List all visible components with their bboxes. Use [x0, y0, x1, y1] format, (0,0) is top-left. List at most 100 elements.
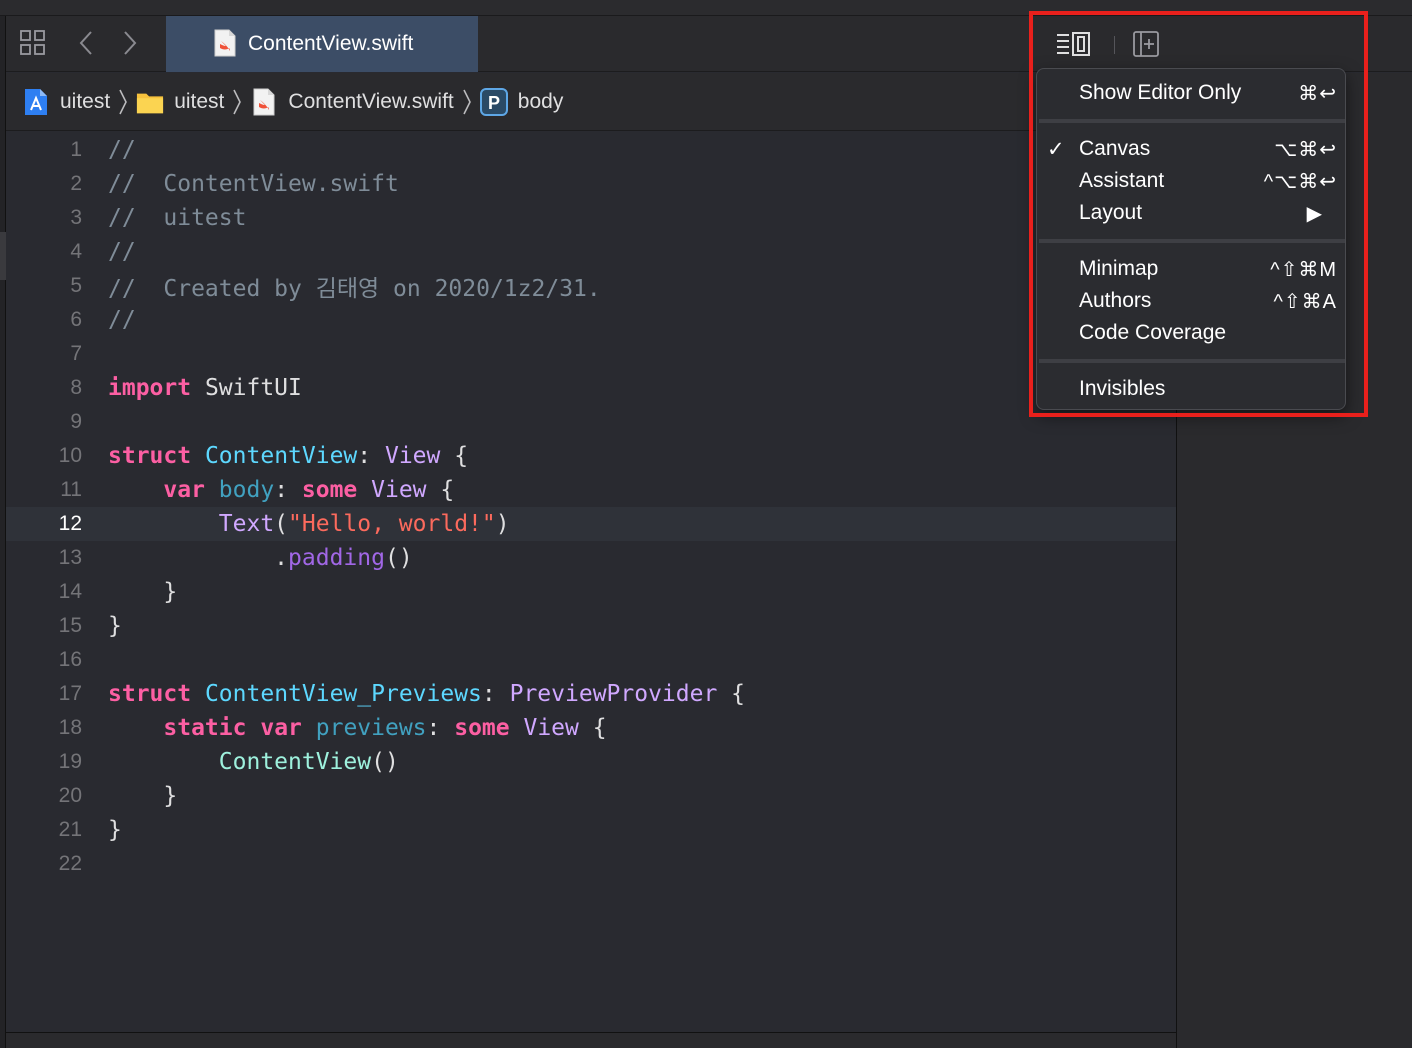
- jump-bar-item-project[interactable]: uitest: [22, 88, 110, 116]
- line-number: 3: [70, 206, 82, 229]
- chevron-left-icon[interactable]: [76, 28, 96, 58]
- code-line: 8 import SwiftUI: [6, 371, 1176, 405]
- line-number: 7: [70, 342, 82, 365]
- keyword-token: import: [108, 375, 192, 401]
- keyword-token: some: [454, 715, 510, 741]
- punct-token: {: [717, 681, 746, 707]
- line-number: 12: [58, 512, 82, 535]
- code-line: 21}: [6, 813, 1176, 847]
- line-number: 5: [70, 274, 82, 297]
- code-line: 5 // Created by 김태영 on 2020/1z2/31.: [6, 269, 1176, 303]
- line-number: 16: [58, 648, 82, 671]
- line-number: 6: [70, 308, 82, 331]
- code-line: 11 var body: some View {: [6, 473, 1176, 507]
- code-line: 14 }: [6, 575, 1176, 609]
- code-line: 19 ContentView(): [6, 745, 1176, 779]
- svg-text:P: P: [488, 93, 500, 113]
- jump-bar: uitest uitest ContentView.swift P body: [6, 73, 1176, 131]
- line-number: 14: [58, 580, 82, 603]
- code-text: static var previews: some View {: [108, 715, 606, 741]
- code-text: //: [108, 307, 136, 333]
- line-number: 15: [58, 614, 82, 637]
- jump-bar-label: uitest: [174, 89, 225, 113]
- tab-label: ContentView.swift: [248, 32, 414, 55]
- line-number: 8: [70, 376, 82, 399]
- swift-file-icon: [214, 29, 236, 61]
- code-text: }: [108, 579, 177, 605]
- source-editor[interactable]: 1 // 2 // ContentView.swift 3 // uitest 4 //…: [6, 132, 1176, 1032]
- property-icon: P: [479, 87, 508, 116]
- punct-token: }: [108, 817, 122, 843]
- code-text: }: [108, 613, 122, 639]
- line-number: 13: [58, 546, 82, 569]
- type-name-token: ContentView: [204, 443, 358, 469]
- code-line-current: 12 Text("Hello, world!"): [6, 507, 1176, 541]
- code-text: import SwiftUI: [108, 375, 302, 401]
- code-text: //: [108, 137, 136, 163]
- related-items-grid-icon[interactable]: [18, 28, 48, 58]
- code-line: 6 //: [6, 303, 1176, 337]
- line-number: 2: [70, 172, 82, 195]
- line-number: 18: [58, 716, 82, 739]
- keyword-token: some: [301, 477, 358, 503]
- code-line: 13 .padding(): [6, 541, 1176, 575]
- type-name-token: ContentView_Previews: [204, 681, 482, 707]
- code-line: 10 struct ContentView: View {: [6, 439, 1176, 473]
- app-project-icon: [22, 88, 50, 116]
- code-line: 4 //: [6, 235, 1176, 269]
- keyword-token: struct: [108, 443, 192, 469]
- chevron-separator-icon: [232, 88, 242, 116]
- punct-token: (: [274, 511, 289, 537]
- type-ref-token: View: [371, 477, 427, 503]
- code-line: 20 }: [6, 779, 1176, 813]
- punct-token: (): [371, 749, 399, 775]
- punct-token: {: [440, 443, 469, 469]
- punct-token: :: [426, 715, 455, 741]
- keyword-token: struct: [108, 681, 192, 707]
- code-line: 18 static var previews: some View {: [6, 711, 1176, 745]
- call-token: Text: [218, 511, 275, 537]
- jump-bar-item-file[interactable]: ContentView.swift: [250, 88, 454, 116]
- keyword-token: var: [260, 715, 302, 741]
- jump-bar-item-symbol[interactable]: P body: [479, 87, 564, 116]
- code-text: //: [108, 239, 136, 265]
- code-line: 9: [6, 405, 1176, 439]
- module-token: SwiftUI: [191, 375, 302, 401]
- code-text: ContentView(): [108, 749, 399, 775]
- editor-bottom-bar: [6, 1032, 1176, 1048]
- code-line: 15}: [6, 609, 1176, 643]
- line-number: 17: [58, 682, 82, 705]
- type-ref-token: View: [523, 715, 579, 741]
- punct-token: :: [357, 443, 385, 469]
- code-line: 22: [6, 847, 1176, 881]
- punct-token: ): [495, 511, 510, 537]
- line-number: 22: [58, 852, 82, 875]
- code-text: var body: some View {: [108, 477, 454, 503]
- code-line: 16: [6, 643, 1176, 677]
- code-text: struct ContentView_Previews: PreviewProv…: [108, 681, 745, 707]
- jump-bar-item-folder[interactable]: uitest: [136, 88, 224, 116]
- call-token: ContentView: [218, 749, 372, 775]
- punct-token: {: [426, 477, 455, 503]
- code-line: 3 // uitest: [6, 201, 1176, 235]
- jump-bar-label: ContentView.swift: [288, 89, 454, 113]
- punct-token: }: [163, 579, 178, 605]
- line-number: 9: [70, 410, 82, 433]
- string-token: "Hello, world!": [288, 511, 496, 537]
- keyword-token: var: [163, 477, 205, 503]
- code-text: struct ContentView: View {: [108, 443, 468, 469]
- method-token: padding: [288, 545, 385, 571]
- chevron-right-icon[interactable]: [120, 28, 140, 58]
- tab-contentview-swift[interactable]: ContentView.swift: [166, 16, 478, 72]
- annotation-highlight-box: [1029, 11, 1368, 417]
- line-number: 10: [58, 444, 82, 467]
- punct-token: .: [274, 545, 289, 571]
- property-name-token: previews: [315, 715, 427, 741]
- punct-token: :: [274, 477, 302, 503]
- jump-bar-label: body: [517, 89, 564, 113]
- code-line: 7: [6, 337, 1176, 371]
- code-line: 1 //: [6, 133, 1176, 167]
- line-number: 19: [58, 750, 82, 773]
- code-line: 17 struct ContentView_Previews: PreviewPr…: [6, 677, 1176, 711]
- code-text: }: [108, 783, 177, 809]
